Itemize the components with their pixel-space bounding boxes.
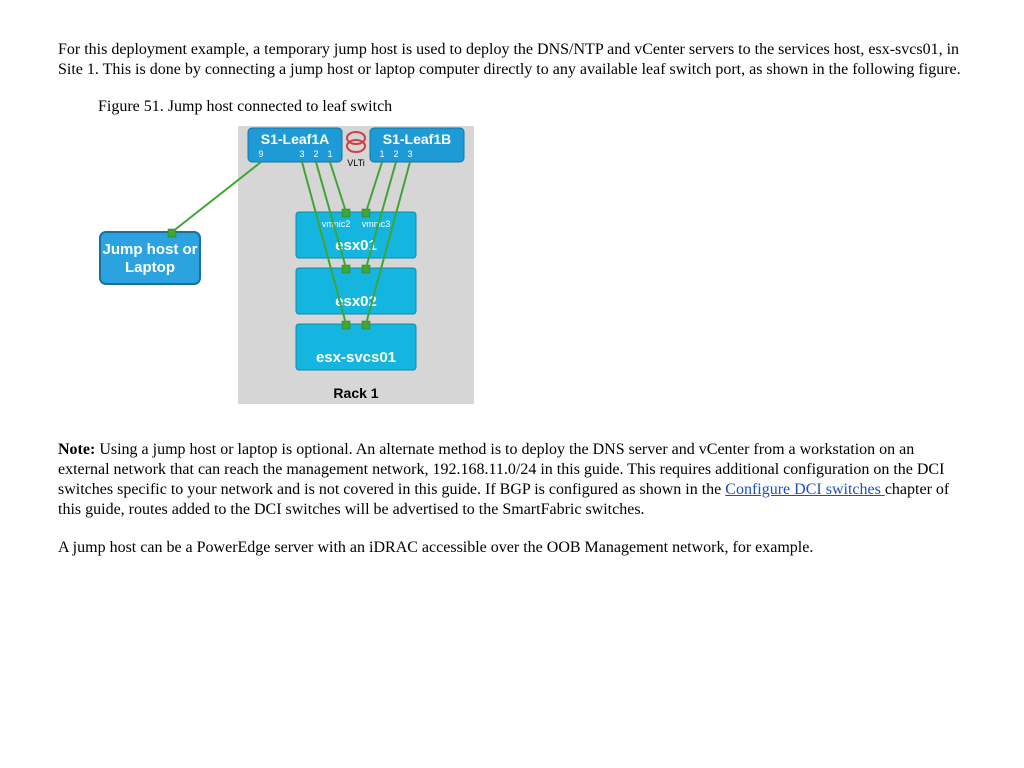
jump-host-box [100,232,200,284]
switch-leaf1b-label: S1-Leaf1B [383,131,451,147]
esx01-vmnic3-label: vmnic3 [362,219,391,229]
leaf1b-port-2: 2 [393,149,398,159]
host-esx-svcs01-label: esx-svcs01 [316,349,396,366]
switch-leaf1a-label: S1-Leaf1A [261,131,329,147]
figure-caption: Figure 51. Jump host connected to leaf s… [98,98,966,116]
intro-paragraph: For this deployment example, a temporary… [58,40,966,80]
leaf1a-port-9: 9 [258,149,263,159]
leaf1a-port-2: 2 [313,149,318,159]
note-label: Note: [58,441,95,458]
figure-block: Figure 51. Jump host connected to leaf s… [98,98,966,412]
jump-host-line1: Jump host or [102,241,197,258]
configure-dci-switches-link[interactable]: Configure DCI switches [725,481,885,498]
leaf1b-port-1: 1 [379,149,384,159]
esx01-vmnic2-label: vmnic2 [322,219,351,229]
closing-paragraph: A jump host can be a PowerEdge server wi… [58,538,966,558]
jump-host-line2: Laptop [125,259,175,276]
leaf1a-port-3: 3 [299,149,304,159]
leaf1a-port-1: 1 [327,149,332,159]
leaf1b-port-3: 3 [407,149,412,159]
note-paragraph: Note: Using a jump host or laptop is opt… [58,440,966,520]
network-diagram: S1-Leaf1A 9 3 2 1 S1-Leaf1B 1 2 3 VLTi J… [98,122,478,412]
vlti-label: VLTi [347,158,365,168]
rack-label: Rack 1 [333,385,378,401]
